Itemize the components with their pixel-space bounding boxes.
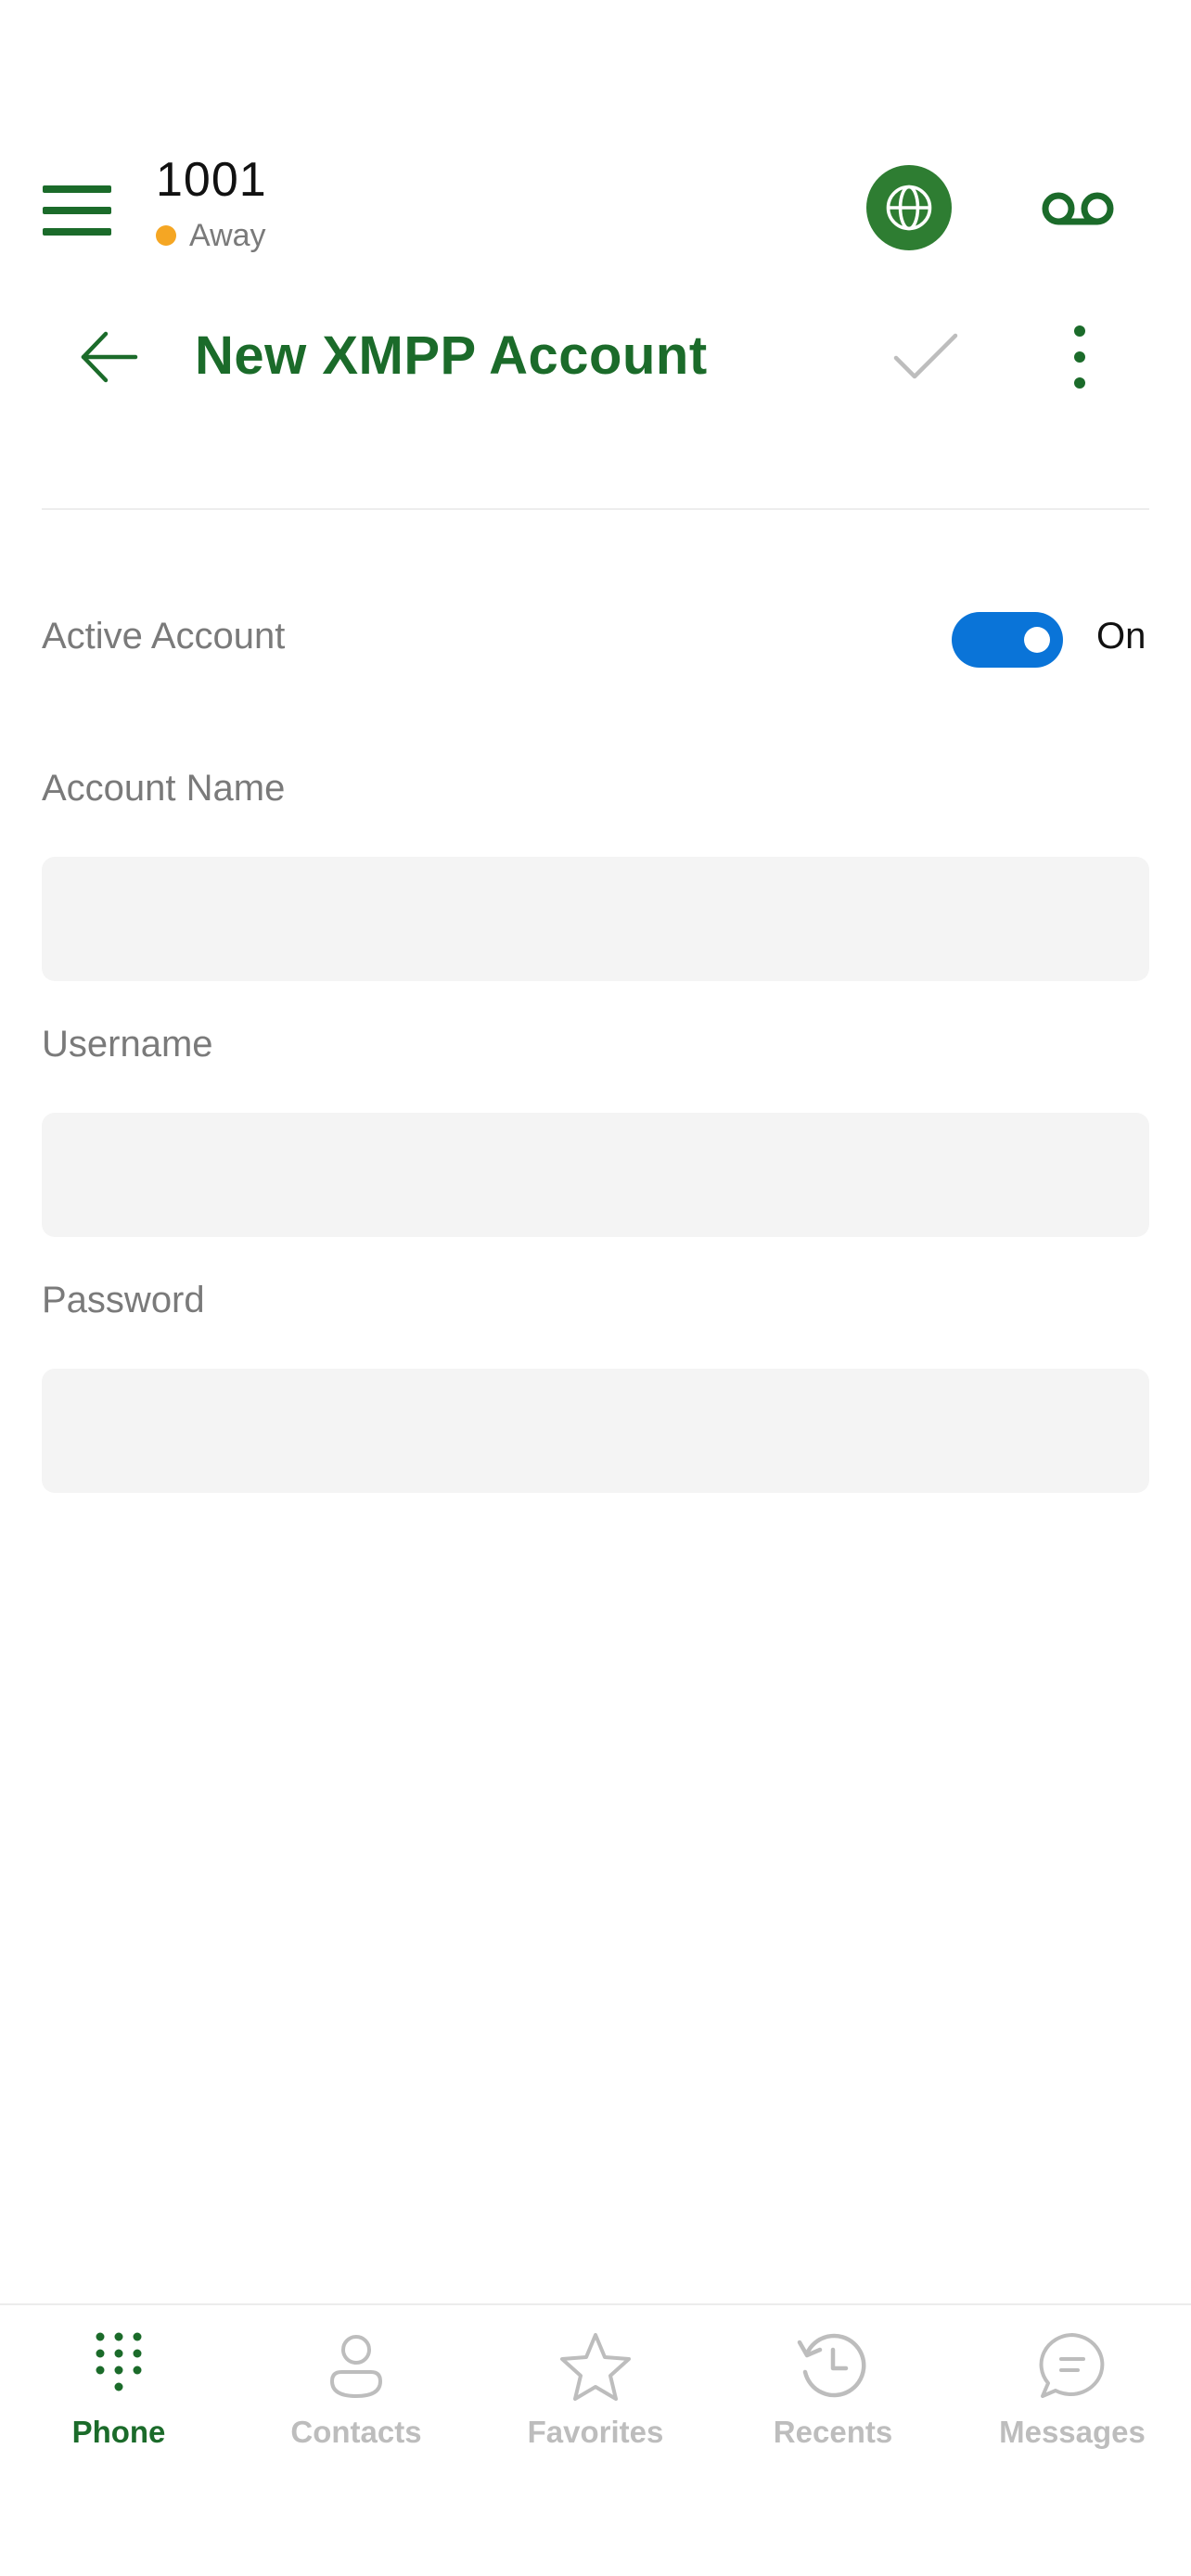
checkmark-icon[interactable] (890, 325, 961, 389)
account-name-input[interactable] (42, 857, 1149, 981)
tab-label-recents: Recents (773, 2415, 893, 2449)
active-account-label: Active Account (42, 616, 286, 657)
tab-contacts[interactable]: Contacts (237, 2305, 475, 2472)
tab-label-messages: Messages (999, 2415, 1146, 2449)
password-label: Password (42, 1280, 205, 1320)
page-title: New XMPP Account (195, 325, 708, 386)
toggle-knob (1024, 627, 1050, 653)
divider (42, 508, 1149, 510)
username-input[interactable] (42, 1113, 1149, 1237)
account-name-label: Account Name (42, 768, 286, 809)
toggle-state-label: On (1096, 616, 1146, 657)
username-label: Username (42, 1024, 213, 1065)
tab-label-phone: Phone (71, 2415, 166, 2449)
tab-label-favorites: Favorites (527, 2415, 664, 2449)
tab-recents[interactable]: Recents (714, 2305, 952, 2472)
globe-icon[interactable] (866, 165, 952, 250)
tab-messages[interactable]: Messages (954, 2305, 1191, 2472)
voicemail-icon[interactable] (1041, 185, 1115, 232)
app-header: 1001 Away (0, 148, 1191, 269)
back-arrow-icon[interactable] (76, 325, 141, 389)
star-icon (558, 2329, 633, 2404)
hamburger-menu-icon[interactable] (43, 185, 111, 236)
chat-icon (1035, 2329, 1109, 2404)
password-input[interactable] (42, 1369, 1149, 1493)
contact-icon (319, 2329, 393, 2404)
active-account-toggle[interactable] (952, 612, 1063, 668)
presence-dot-icon (156, 225, 176, 246)
title-bar: New XMPP Account (0, 306, 1191, 408)
tab-label-contacts: Contacts (290, 2415, 422, 2449)
tab-phone[interactable]: Phone (0, 2305, 237, 2472)
bottom-tab-bar: Phone Contacts Favorites Recents Message… (0, 2303, 1191, 2576)
more-options-icon[interactable] (1063, 320, 1096, 394)
presence-status[interactable]: Away (156, 217, 266, 254)
history-icon (796, 2329, 870, 2404)
tab-favorites[interactable]: Favorites (477, 2305, 714, 2472)
presence-status-label: Away (189, 217, 266, 253)
dialpad-icon (82, 2329, 156, 2404)
extension-number: 1001 (156, 153, 267, 207)
